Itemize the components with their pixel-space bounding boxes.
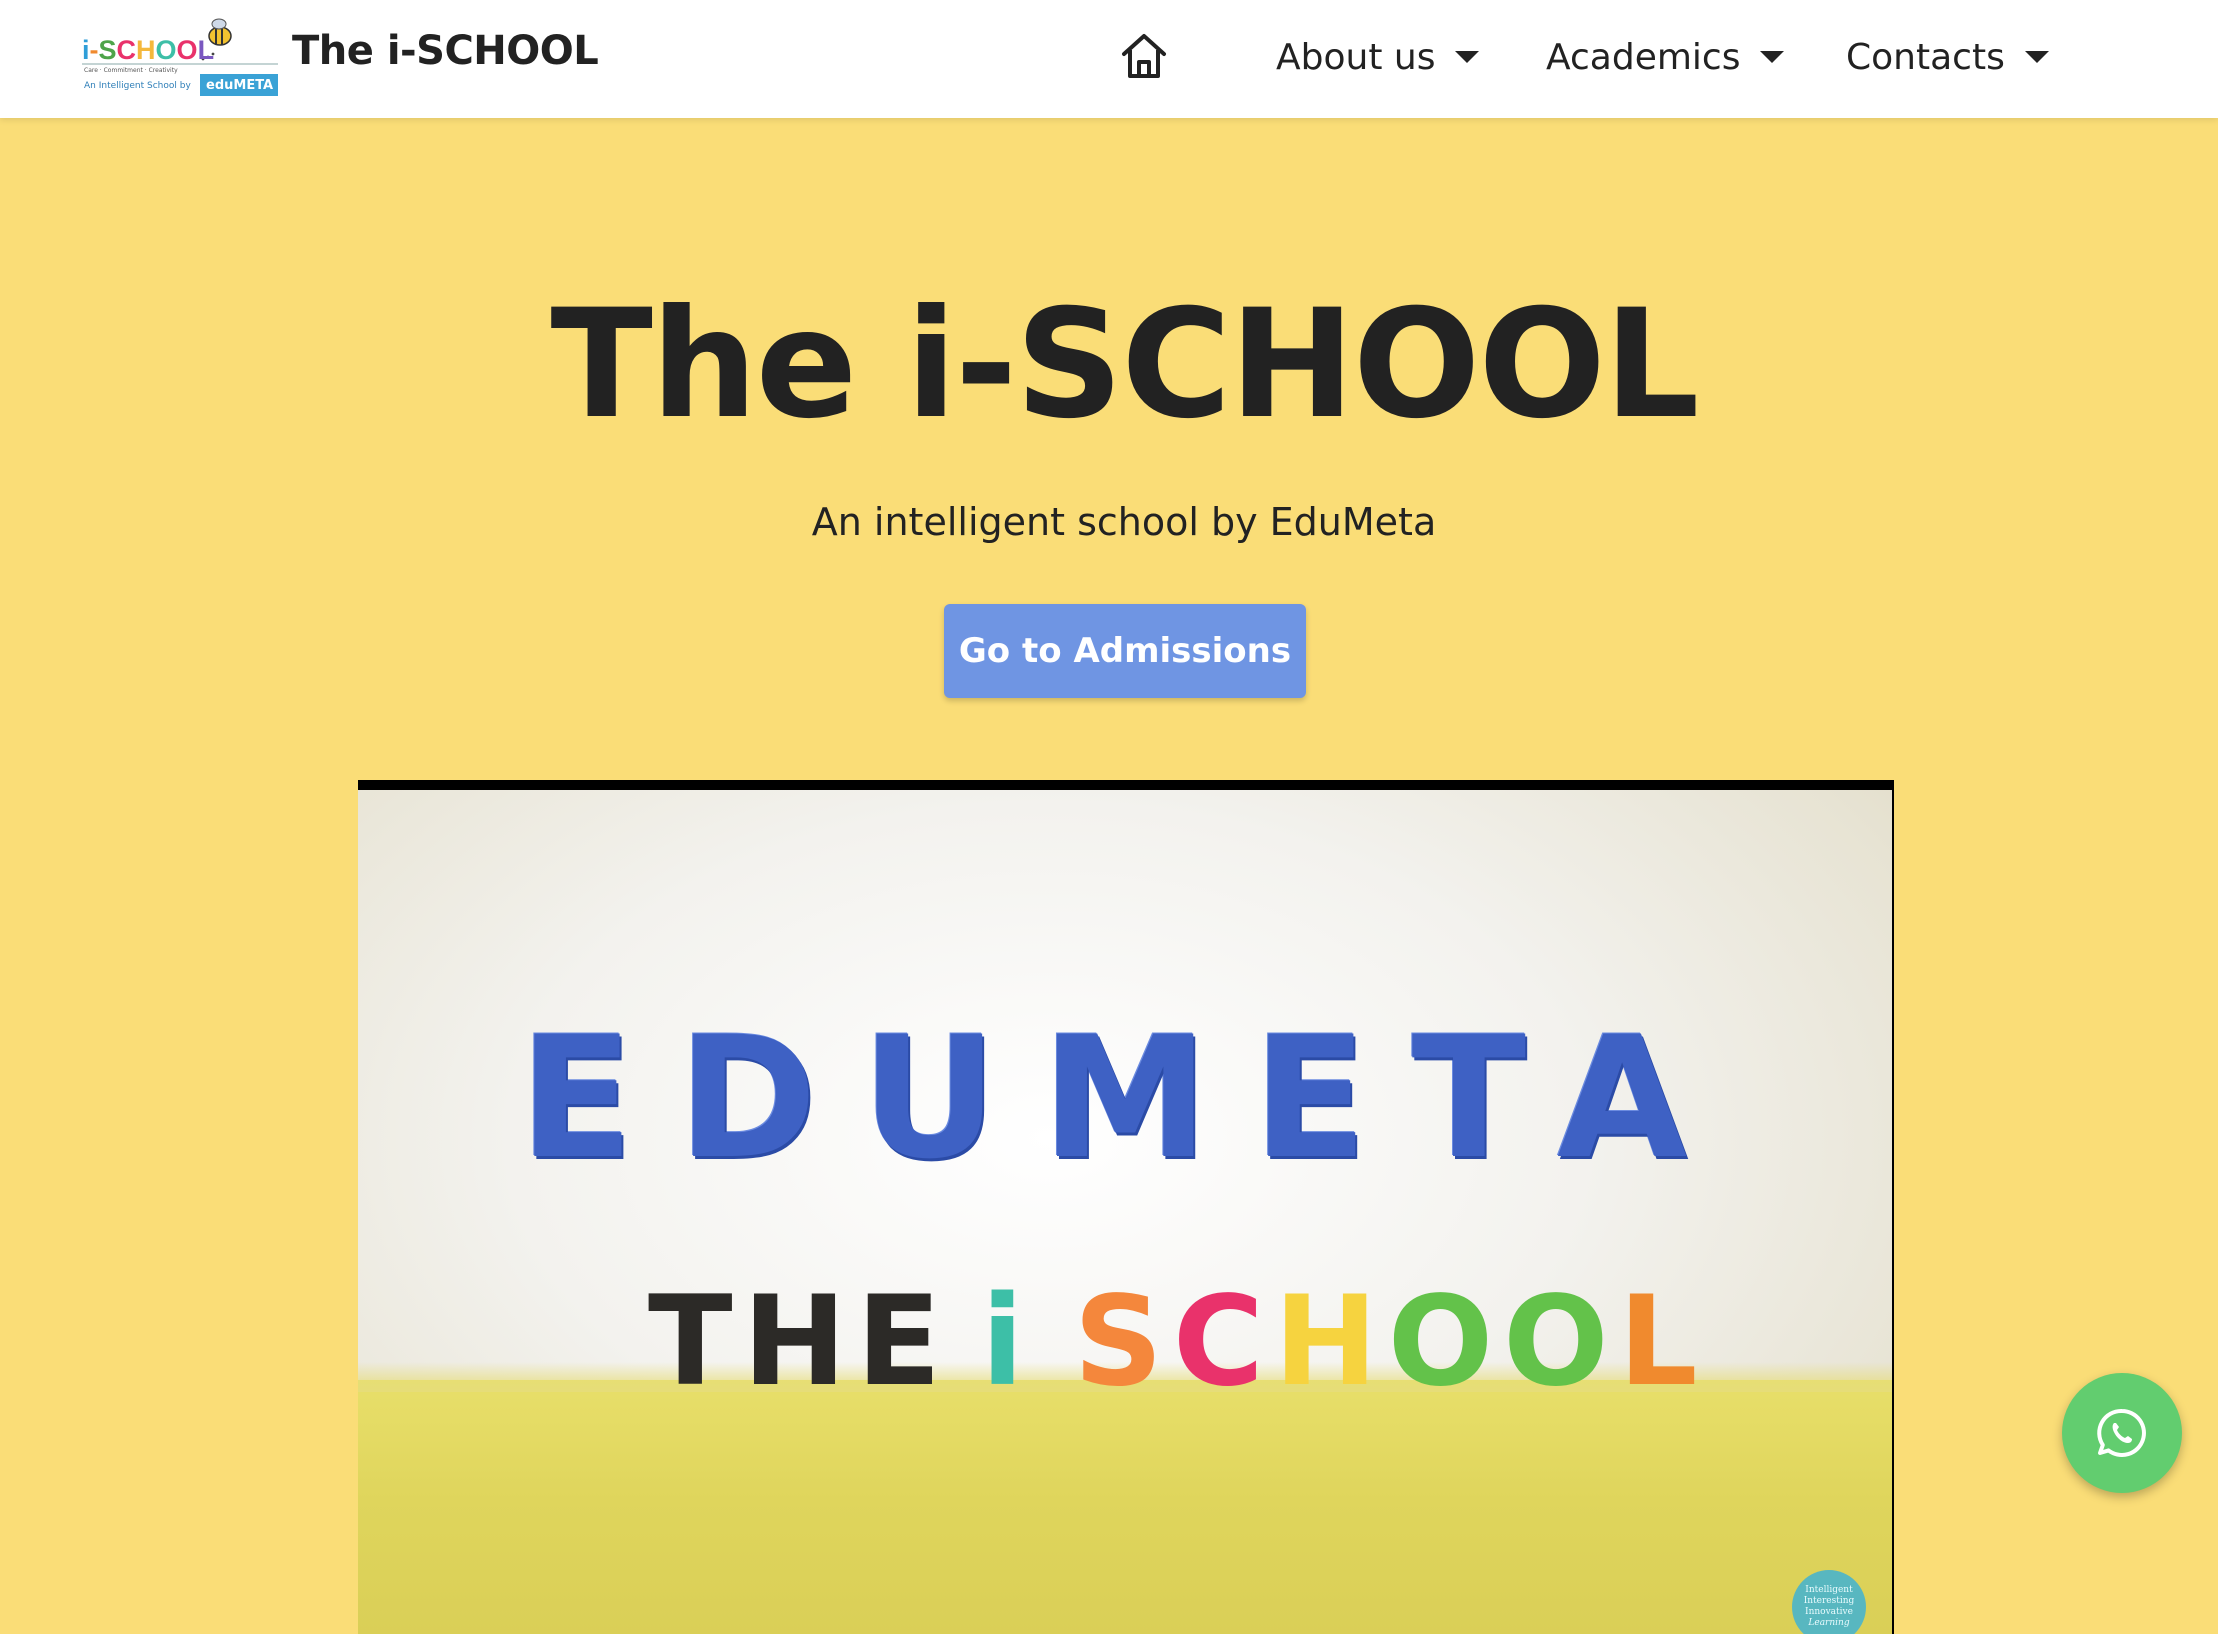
- whatsapp-icon: [2097, 1408, 2146, 1457]
- badge-line: Interesting: [1803, 1596, 1855, 1607]
- video-frame-image: EDUMETA THE i SCHOOL Intelligent Interesti…: [358, 790, 1892, 1634]
- svg-text:eduMETA: eduMETA: [206, 78, 273, 93]
- brand-title[interactable]: The i-SCHOOL: [292, 28, 599, 74]
- video-letter: i: [981, 1270, 1034, 1414]
- video-letter: THE: [648, 1270, 952, 1414]
- learning-badge: Intelligent Interesting Innovative Learn…: [1792, 1570, 1866, 1634]
- hero-subtitle: An intelligent school by EduMeta: [811, 500, 1437, 544]
- video-letter: S: [1073, 1270, 1173, 1414]
- go-to-admissions-button[interactable]: Go to Admissions: [944, 604, 1306, 698]
- svg-text:Care · Commitment · Creativity: Care · Commitment · Creativity: [84, 67, 178, 74]
- nav-label: Contacts: [1846, 36, 2005, 78]
- nav-label: Academics: [1546, 36, 1741, 78]
- home-icon[interactable]: [1118, 30, 1170, 82]
- hero-title: The i-SCHOOL: [550, 278, 1700, 452]
- caret-down-icon: [1760, 51, 1785, 63]
- video-edumeta-text: EDUMETA: [518, 1000, 1732, 1196]
- badge-line: Innovative: [1805, 1607, 1853, 1617]
- video-letter: C: [1172, 1270, 1274, 1414]
- badge-line: Learning: [1808, 1617, 1850, 1628]
- badge-line: Intelligent: [1805, 1585, 1853, 1596]
- video-floor: [358, 1362, 1892, 1634]
- video-letter: O: [1503, 1270, 1619, 1414]
- video-letter: H: [1273, 1270, 1388, 1414]
- nav-contacts[interactable]: Contacts: [1846, 32, 2049, 82]
- intro-video[interactable]: EDUMETA THE i SCHOOL Intelligent Interesti…: [358, 780, 1894, 1634]
- caret-down-icon: [1455, 51, 1480, 63]
- nav-about-us[interactable]: About us: [1276, 32, 1480, 82]
- caret-down-icon: [2024, 51, 2049, 63]
- school-logo[interactable]: i-SCHOOL Care · Commitment · Creativity …: [82, 16, 278, 98]
- logo-wordmark: i-SCHOOL: [82, 35, 214, 65]
- video-ischool-text: THE i SCHOOL: [648, 1280, 1708, 1404]
- video-letter: O: [1387, 1270, 1504, 1414]
- nav-academics[interactable]: Academics: [1546, 32, 1785, 82]
- nav-label: About us: [1276, 36, 1436, 78]
- top-navbar: i-SCHOOL Care · Commitment · Creativity …: [0, 0, 2218, 118]
- whatsapp-chat-button[interactable]: [2062, 1373, 2182, 1493]
- svg-text:An Intelligent School by: An Intelligent School by: [84, 81, 191, 91]
- video-letter: L: [1618, 1270, 1708, 1414]
